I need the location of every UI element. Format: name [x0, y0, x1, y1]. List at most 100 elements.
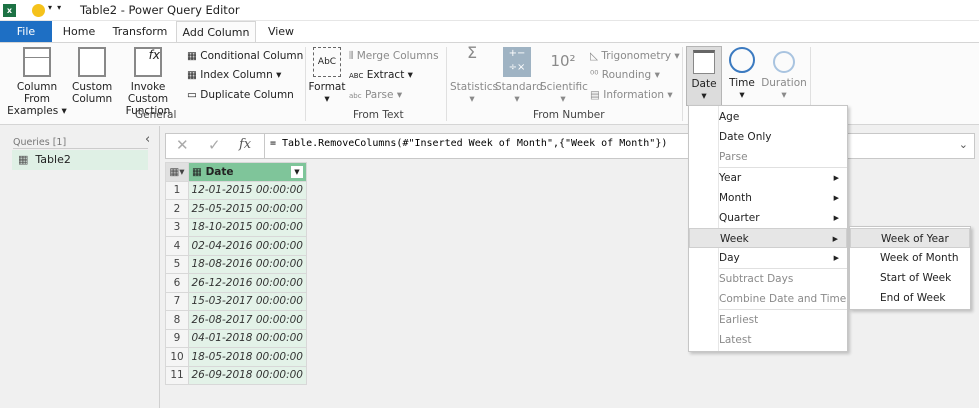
date-cell[interactable]: 26-12-2016 00:00:00 — [188, 273, 307, 293]
invoke-custom-function-button[interactable]: fx Invoke Custom Function — [114, 47, 182, 117]
excel-icon: x — [3, 4, 16, 17]
week-menu-item-week-of-month[interactable]: Week of Month — [850, 248, 970, 268]
column-from-examples-button[interactable]: Column From Examples ▾ — [6, 47, 68, 117]
table-row[interactable]: 1 12-01-2015 00:00:00 — [165, 180, 307, 200]
table-menu-icon[interactable]: ▦▾ — [165, 162, 189, 182]
fx-icon[interactable]: fx — [239, 137, 251, 152]
duration-button[interactable]: Duration ▾ — [761, 47, 807, 101]
tab-home[interactable]: Home — [56, 21, 102, 42]
formula-input[interactable] — [270, 138, 950, 149]
table-row[interactable]: 3 18-10-2015 00:00:00 — [165, 217, 307, 237]
date-cell[interactable]: 04-01-2018 00:00:00 — [188, 328, 307, 348]
table-row[interactable]: 5 18-08-2016 00:00:00 — [165, 254, 307, 274]
date-menu-item-earliest[interactable]: Earliest — [689, 310, 847, 330]
tab-add-column[interactable]: Add Column — [176, 21, 256, 43]
date-cell[interactable]: 15-03-2017 00:00:00 — [188, 291, 307, 311]
column-header-date[interactable]: ▦ Date ▼ — [188, 162, 307, 182]
formula-bar: ✕ ✓ fx ⌄ — [165, 133, 975, 159]
row-number[interactable]: 11 — [165, 365, 189, 385]
collapse-pane-icon[interactable]: ‹ — [145, 132, 150, 147]
tab-view[interactable]: View — [262, 21, 300, 42]
date-cell[interactable]: 18-08-2016 00:00:00 — [188, 254, 307, 274]
time-button[interactable]: Time ▾ — [726, 47, 758, 101]
group-label-from-number: From Number — [533, 109, 605, 121]
confirm-icon[interactable]: ✓ — [208, 136, 221, 154]
trigonometry-button[interactable]: ◺ Trigonometry ▾ — [590, 47, 680, 65]
date-menu-item-latest[interactable]: Latest — [689, 330, 847, 350]
queries-pane: Queries [1] ‹ ▦ Table2 — [0, 126, 160, 408]
conditional-column-button[interactable]: ▦ Conditional Column — [187, 47, 303, 65]
week-menu-item-start-of-week[interactable]: Start of Week — [850, 268, 970, 288]
standard-button[interactable]: +− ÷× Standard ▾ — [495, 47, 543, 105]
submenu-arrow-icon: ▶ — [833, 214, 839, 222]
row-number[interactable]: 1 — [165, 180, 189, 200]
row-number[interactable]: 3 — [165, 217, 189, 237]
date-menu-item-week[interactable]: Week ▶ — [689, 228, 847, 248]
quick-access-dropdown-icon[interactable]: ▾ ▾ — [48, 3, 61, 12]
duplicate-column-button[interactable]: ▭ Duplicate Column — [187, 86, 294, 104]
extract-button[interactable]: ABC Extract ▾ — [349, 66, 413, 84]
submenu-arrow-icon: ▶ — [832, 235, 838, 243]
table-icon: ▦ — [18, 153, 29, 166]
calendar-icon — [693, 50, 715, 74]
date-cell[interactable]: 26-09-2018 00:00:00 — [188, 365, 307, 385]
tab-file[interactable]: File — [0, 21, 52, 42]
index-column-button[interactable]: ▦ Index Column ▾ — [187, 66, 281, 84]
table-row[interactable]: 2 25-05-2015 00:00:00 — [165, 199, 307, 219]
date-cell[interactable]: 12-01-2015 00:00:00 — [188, 180, 307, 200]
date-menu-item-age[interactable]: Age — [689, 107, 847, 127]
date-menu-item-date-only[interactable]: Date Only — [689, 127, 847, 147]
row-number[interactable]: 7 — [165, 291, 189, 311]
row-number[interactable]: 5 — [165, 254, 189, 274]
smiley-icon[interactable] — [32, 4, 45, 17]
expand-formula-icon[interactable]: ⌄ — [959, 138, 968, 151]
date-menu-item-year[interactable]: Year ▶ — [689, 168, 847, 188]
date-cell[interactable]: 02-04-2016 00:00:00 — [188, 236, 307, 256]
table-row[interactable]: 11 26-09-2018 00:00:00 — [165, 365, 307, 385]
table-row[interactable]: 9 04-01-2018 00:00:00 — [165, 328, 307, 348]
parse-button[interactable]: abc Parse ▾ — [349, 86, 402, 104]
row-number[interactable]: 8 — [165, 310, 189, 330]
date-menu-item-month[interactable]: Month ▶ — [689, 188, 847, 208]
row-number[interactable]: 2 — [165, 199, 189, 219]
scientific-button[interactable]: 10² Scientific ▾ — [540, 47, 588, 105]
date-menu-item-parse[interactable]: Parse — [689, 147, 847, 167]
row-number[interactable]: 9 — [165, 328, 189, 348]
rounding-button[interactable]: ⁰⁰ Rounding ▾ — [590, 66, 660, 84]
submenu-arrow-icon: ▶ — [833, 174, 839, 182]
date-menu-item-subtract-days[interactable]: Subtract Days — [689, 269, 847, 289]
data-table: ▦▾ ▦ Date ▼ 1 12-01-2015 00:00:00 2 25-05-201… — [165, 162, 307, 385]
statistics-button[interactable]: Σ Statistics ▾ — [450, 43, 498, 106]
date-menu-item-day[interactable]: Day ▶ — [689, 248, 847, 268]
table-row[interactable]: 4 02-04-2016 00:00:00 — [165, 236, 307, 256]
table-star-icon — [78, 47, 106, 77]
format-button[interactable]: AbC Format ▾ — [308, 47, 346, 105]
week-menu-item-end-of-week[interactable]: End of Week — [850, 288, 970, 308]
table-row[interactable]: 7 15-03-2017 00:00:00 — [165, 291, 307, 311]
row-number[interactable]: 10 — [165, 347, 189, 367]
date-cell[interactable]: 18-10-2015 00:00:00 — [188, 217, 307, 237]
datetime-type-icon[interactable]: ▦ — [192, 166, 202, 178]
date-button[interactable]: Date ▾ — [686, 46, 722, 106]
table-row[interactable]: 6 26-12-2016 00:00:00 — [165, 273, 307, 293]
tab-transform[interactable]: Transform — [108, 21, 172, 42]
row-number[interactable]: 6 — [165, 273, 189, 293]
table-row[interactable]: 10 18-05-2018 00:00:00 — [165, 347, 307, 367]
table-row[interactable]: 8 26-08-2017 00:00:00 — [165, 310, 307, 330]
date-menu-item-quarter[interactable]: Quarter ▶ — [689, 208, 847, 228]
information-button[interactable]: ▤ Information ▾ — [590, 86, 673, 104]
date-cell[interactable]: 18-05-2018 00:00:00 — [188, 347, 307, 367]
merge-columns-button[interactable]: ⫴ Merge Columns — [349, 47, 439, 65]
cancel-icon[interactable]: ✕ — [176, 136, 189, 154]
custom-column-button[interactable]: Custom Column — [72, 47, 112, 105]
date-cell[interactable]: 25-05-2015 00:00:00 — [188, 199, 307, 219]
query-item-table2[interactable]: ▦ Table2 — [12, 150, 148, 170]
filter-dropdown-icon[interactable]: ▼ — [291, 166, 303, 178]
row-number[interactable]: 4 — [165, 236, 189, 256]
arithmetic-icon: +− ÷× — [503, 47, 531, 77]
date-cell[interactable]: 26-08-2017 00:00:00 — [188, 310, 307, 330]
date-menu: Age Date Only Parse Year ▶ Month ▶ Quarter ▶ Week… — [688, 105, 848, 352]
date-menu-item-combine-date-and-time[interactable]: Combine Date and Time — [689, 289, 847, 309]
week-menu-item-week-of-year[interactable]: Week of Year — [850, 228, 970, 248]
sigma-icon: Σ — [466, 43, 478, 62]
